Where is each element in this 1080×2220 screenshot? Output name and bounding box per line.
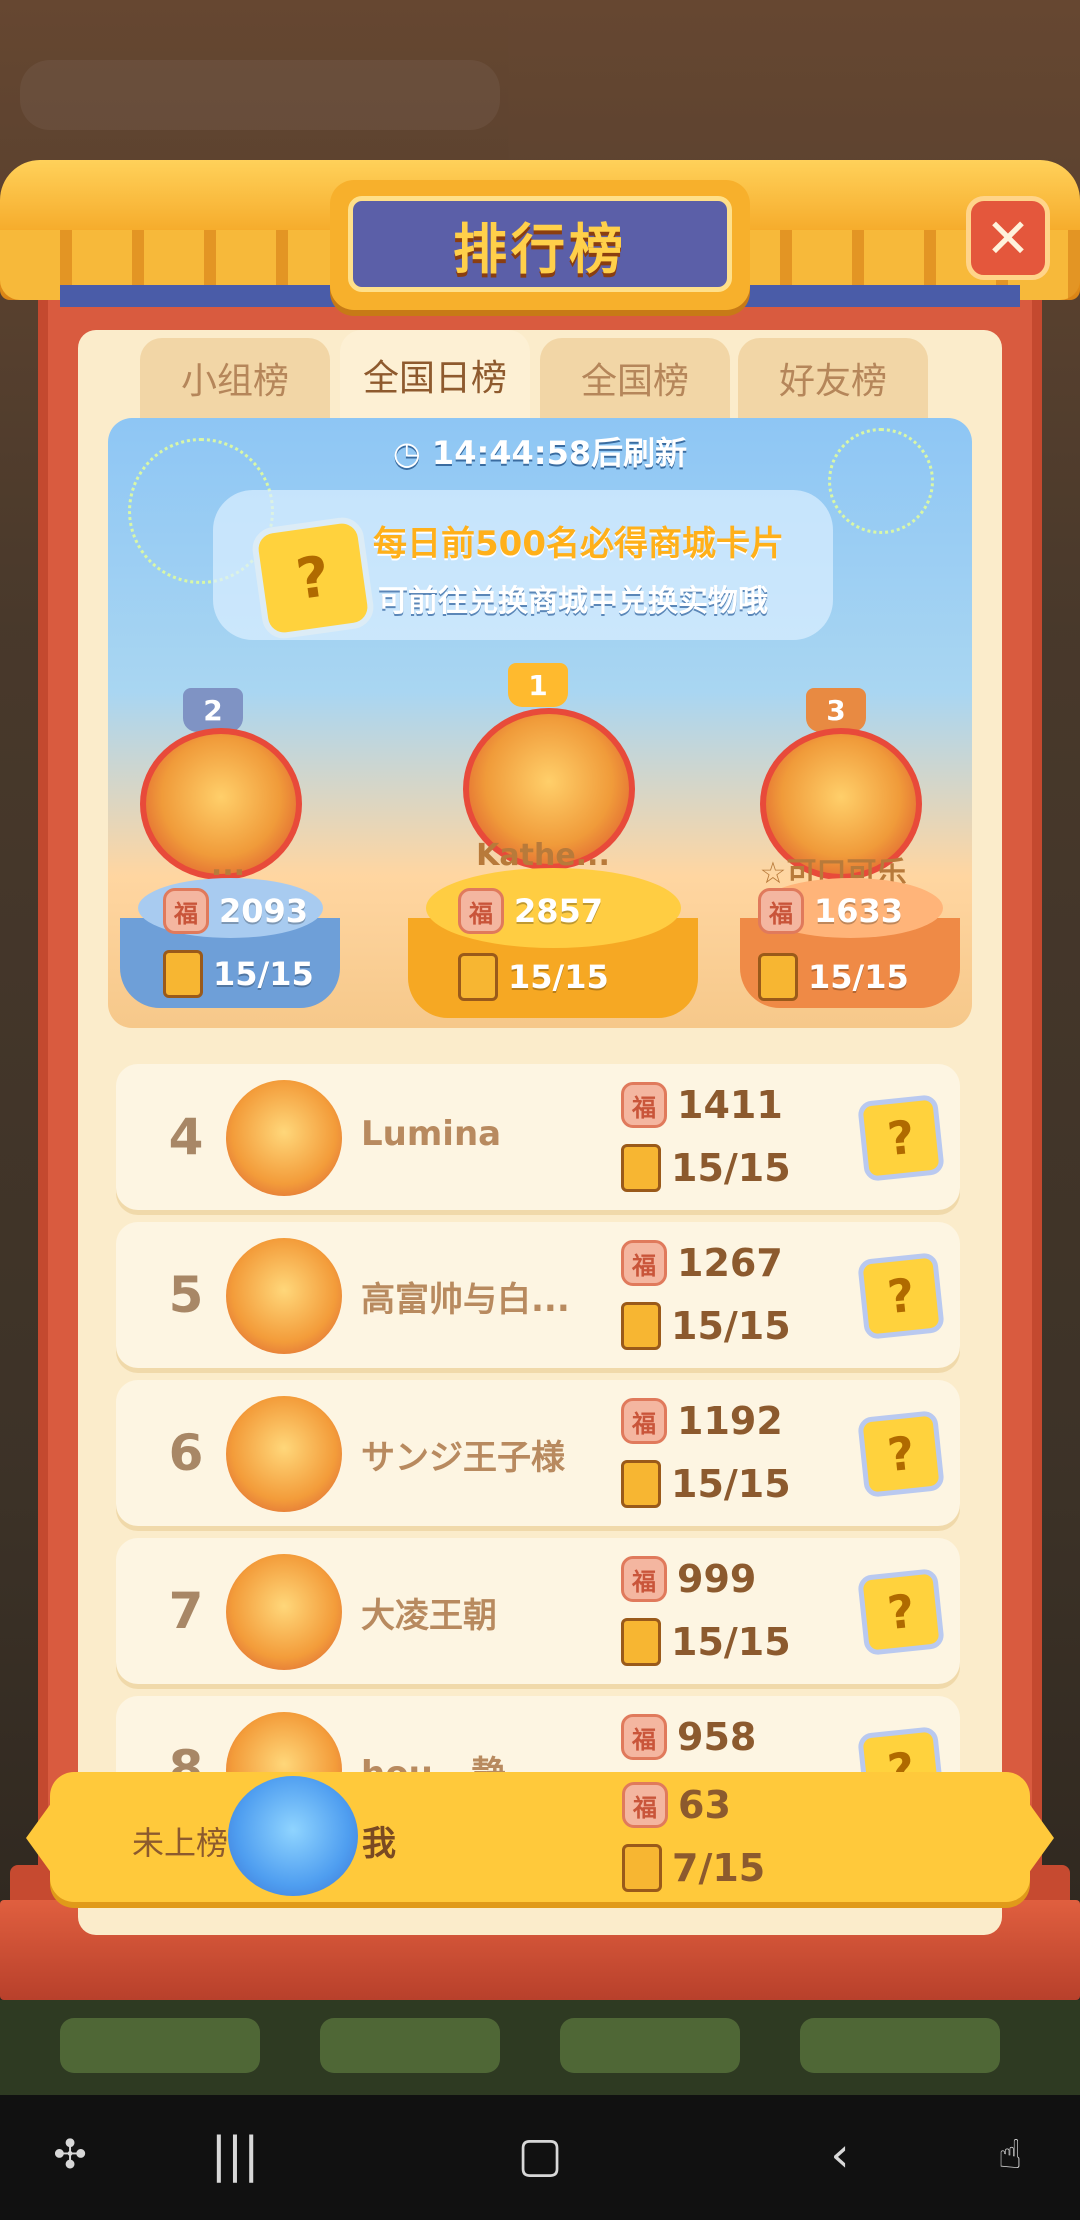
- game-controller-icon[interactable]: ✣: [40, 2125, 100, 2185]
- row-rank: 6: [168, 1424, 204, 1482]
- my-score: 福 63: [622, 1782, 731, 1828]
- card-reward-icon[interactable]: ?: [857, 1252, 945, 1340]
- card-reward-icon[interactable]: ?: [857, 1568, 945, 1656]
- system-nav-bar: ✣ ||| ▢ ‹ ☝: [0, 2095, 1080, 2220]
- book-icon: [458, 953, 498, 1001]
- row-score: 福 958: [621, 1714, 756, 1760]
- back-button[interactable]: ‹: [805, 2125, 875, 2185]
- row-score: 福 1411: [621, 1082, 783, 1128]
- close-icon: ✕: [985, 206, 1031, 270]
- book-icon: [758, 953, 798, 1001]
- row-rank: 7: [168, 1582, 204, 1640]
- rank-2-score: 福 2093: [163, 888, 308, 934]
- avatar[interactable]: [226, 1080, 342, 1196]
- rank-1-crown: 1: [508, 663, 568, 707]
- fu-icon: 福: [621, 1714, 667, 1760]
- rank-3-score: 福 1633: [758, 888, 903, 934]
- rank-2-progress: 15/15: [163, 950, 314, 998]
- rank-1-progress: 15/15: [458, 953, 609, 1001]
- row-score: 福 999: [621, 1556, 756, 1602]
- home-button[interactable]: ▢: [505, 2125, 575, 2185]
- tab-national[interactable]: 全国榜: [540, 338, 730, 418]
- page-title: 排行榜: [453, 217, 627, 281]
- card-reward-icon[interactable]: ?: [857, 1410, 945, 1498]
- avatar[interactable]: [226, 1554, 342, 1670]
- my-rank-label: 未上榜: [132, 1824, 229, 1862]
- row-progress: 15/15: [621, 1460, 791, 1508]
- book-icon: [621, 1618, 661, 1666]
- ranking-row[interactable]: 7 大凌王朝 福 999 15/15 ?: [116, 1538, 960, 1684]
- row-score: 福 1192: [621, 1398, 783, 1444]
- my-ranking-row[interactable]: 未上榜 我 福 63 7/15: [26, 1772, 1054, 1902]
- row-progress: 15/15: [621, 1618, 791, 1666]
- row-score: 福 1267: [621, 1240, 783, 1286]
- rank-1-score: 福 2857: [458, 888, 603, 934]
- fu-icon: 福: [621, 1556, 667, 1602]
- row-player-name: サンジ王子様: [361, 1438, 565, 1478]
- row-progress: 15/15: [621, 1144, 791, 1192]
- rank-3-crown: 3: [806, 688, 866, 732]
- row-player-name: 高富帅与白...: [361, 1280, 570, 1320]
- fu-icon: 福: [622, 1782, 668, 1828]
- fu-icon: 福: [163, 888, 209, 934]
- card-icon: ?: [256, 521, 370, 635]
- row-progress: 15/15: [621, 1302, 791, 1350]
- fu-icon: 福: [621, 1240, 667, 1286]
- fu-icon: 福: [621, 1398, 667, 1444]
- my-progress: 7/15: [622, 1844, 765, 1892]
- clock-icon: ◷: [392, 434, 432, 472]
- book-icon: [621, 1460, 661, 1508]
- title-plaque: 排行榜: [348, 196, 732, 292]
- card-reward-icon[interactable]: ?: [857, 1094, 945, 1182]
- background-bottom-strip: [0, 2000, 1080, 2095]
- touch-lock-icon[interactable]: ☝: [975, 2125, 1045, 2185]
- rank-3-progress: 15/15: [758, 953, 909, 1001]
- row-player-name: Lumina: [361, 1114, 502, 1154]
- tab-group[interactable]: 小组榜: [140, 338, 330, 418]
- my-avatar[interactable]: [228, 1776, 358, 1896]
- row-rank: 5: [168, 1266, 204, 1324]
- ranking-row[interactable]: 6 サンジ王子様 福 1192 15/15 ?: [116, 1380, 960, 1526]
- book-icon: [621, 1302, 661, 1350]
- tab-national-daily[interactable]: 全国日榜: [340, 330, 530, 420]
- ranking-row[interactable]: 5 高富帅与白... 福 1267 15/15 ?: [116, 1222, 960, 1368]
- book-icon: [163, 950, 203, 998]
- fu-icon: 福: [458, 888, 504, 934]
- fu-icon: 福: [621, 1082, 667, 1128]
- fu-icon: 福: [758, 888, 804, 934]
- recent-apps-button[interactable]: |||: [200, 2125, 270, 2185]
- rank-2-crown: 2: [183, 688, 243, 732]
- tab-friends[interactable]: 好友榜: [738, 338, 928, 418]
- refresh-timer: ◷ 14:44:58后刷新: [392, 434, 688, 472]
- row-rank: 4: [168, 1108, 204, 1166]
- top-three-panel: ◷ 14:44:58后刷新 ? 每日前500名必得商城卡片 可前往兑换商城中兑换…: [108, 418, 972, 1028]
- banner-line-1: 每日前500名必得商城卡片: [373, 524, 784, 564]
- row-player-name: 大凌王朝: [361, 1596, 497, 1636]
- ranking-row[interactable]: 4 Lumina 福 1411 15/15 ?: [116, 1064, 960, 1210]
- banner-line-2: 可前往兑换商城中兑换实物哦: [378, 584, 768, 619]
- book-icon: [622, 1844, 662, 1892]
- my-name: 我: [362, 1824, 396, 1864]
- close-button[interactable]: ✕: [966, 196, 1050, 280]
- avatar[interactable]: [226, 1396, 342, 1512]
- avatar[interactable]: [226, 1238, 342, 1354]
- book-icon: [621, 1144, 661, 1192]
- tab-bar: 小组榜 全国日榜 全国榜 好友榜: [140, 330, 940, 420]
